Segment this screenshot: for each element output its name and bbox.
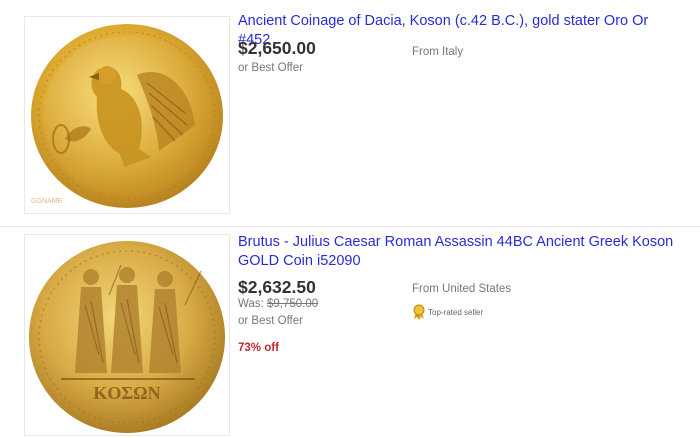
top-rated-label: Top-rated seller	[428, 307, 484, 317]
coin-legend: KOΣΩN	[93, 383, 160, 403]
listing-price: $2,650.00	[238, 38, 316, 58]
original-price: $9,750.00	[266, 298, 319, 310]
best-offer-label: or Best Offer	[238, 315, 303, 327]
eagle-coin-image: GGNAME	[31, 24, 223, 208]
discount-label: 73% off	[238, 342, 279, 354]
item-location: From United States	[412, 283, 512, 295]
listing-title-link[interactable]: Brutus - Julius Caesar Roman Assassin 44…	[238, 233, 683, 271]
listing-item: GGNAME Ancient Coinage of Dacia, Koson (…	[0, 0, 700, 226]
was-price: Was: $9,750.00	[238, 298, 318, 310]
koson-coin-image: KOΣΩN	[29, 241, 225, 433]
listing-thumbnail[interactable]: GGNAME	[24, 16, 230, 214]
was-label: Was:	[238, 298, 264, 310]
listing-price: $2,632.50	[238, 277, 316, 297]
listing-thumbnail[interactable]: KOΣΩN	[24, 234, 230, 436]
listing-item: KOΣΩN Brutus - Julius Caesar Roman Assas…	[0, 226, 700, 438]
top-rated-seller-badge: Top-rated seller	[412, 304, 483, 320]
best-offer-label: or Best Offer	[238, 62, 303, 74]
item-location: From Italy	[412, 46, 464, 58]
watermark: GGNAME	[31, 198, 62, 205]
gold-ribbon-icon	[413, 304, 425, 320]
